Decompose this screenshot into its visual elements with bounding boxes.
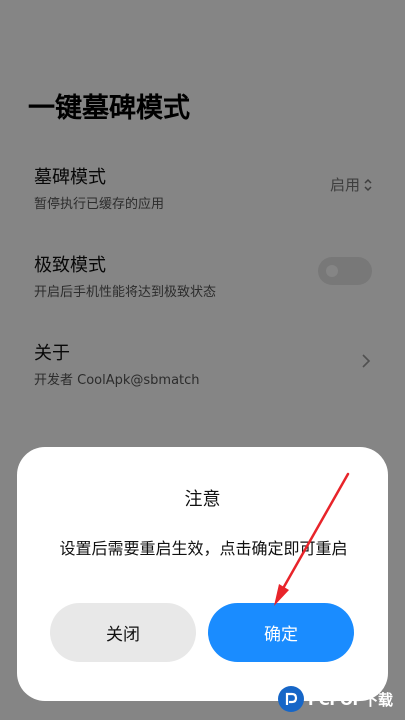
confirm-button[interactable]: 确定 bbox=[208, 603, 354, 662]
watermark-text: PCPOP下载 bbox=[308, 690, 393, 709]
close-button[interactable]: 关闭 bbox=[50, 603, 196, 662]
pcpop-logo-icon bbox=[278, 686, 304, 712]
dialog-message: 设置后需要重启生效，点击确定即可重启 bbox=[59, 539, 348, 558]
confirm-dialog: 注意 设置后需要重启生效，点击确定即可重启 关闭 确定 bbox=[17, 447, 388, 701]
pcpop-watermark: PCPOP下载 bbox=[278, 683, 393, 715]
dialog-title: 注意 bbox=[184, 489, 221, 510]
